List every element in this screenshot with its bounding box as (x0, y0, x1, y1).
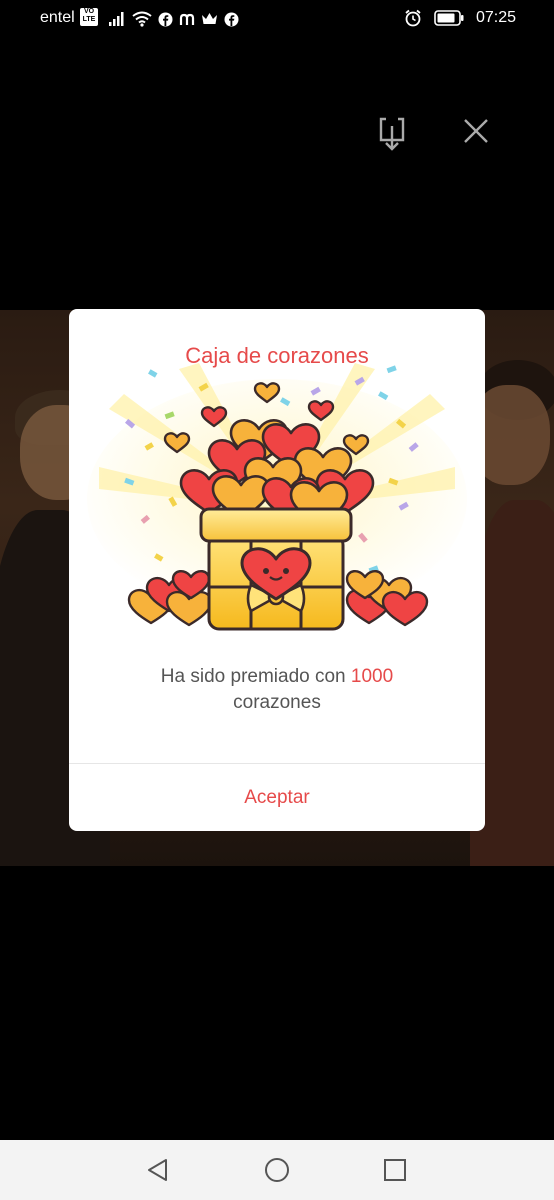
battery-icon (434, 10, 464, 26)
accept-button[interactable]: Aceptar (69, 764, 485, 831)
crown-icon (202, 13, 217, 24)
download-button[interactable] (376, 116, 408, 151)
download-icon (379, 117, 405, 151)
message-prefix: Ha sido premiado con (160, 666, 351, 687)
volte-label-top: VO (83, 8, 95, 15)
status-bar: entel VO LTE 07:25 (0, 0, 554, 40)
recents-square-icon (384, 1159, 406, 1181)
reward-message: Ha sido premiado con 1000 corazones (109, 664, 445, 716)
home-button[interactable] (264, 1157, 290, 1183)
signal-icon (109, 12, 124, 26)
back-triangle-icon (148, 1159, 167, 1181)
recents-button[interactable] (382, 1157, 408, 1183)
facebook-icon (158, 12, 173, 26)
volte-label-bottom: LTE (82, 16, 96, 23)
close-icon (464, 119, 488, 143)
alarm-icon (405, 9, 421, 27)
clock-time: 07:25 (475, 9, 516, 26)
back-button[interactable] (145, 1157, 171, 1183)
facebook-icon (224, 12, 239, 26)
heart-gift-box-illustration (87, 363, 467, 631)
reward-dialog: Caja de corazones Ha sido premiado con 1… (69, 309, 485, 831)
message-suffix: corazones (233, 692, 321, 713)
reward-amount: 1000 (350, 666, 394, 687)
close-button[interactable] (461, 116, 493, 148)
dialog-title: Caja de corazones (185, 343, 369, 368)
carrier-name: entel (40, 9, 75, 26)
volte-icon: VO LTE (80, 8, 98, 26)
messenger-icon (179, 13, 195, 25)
home-circle-icon (265, 1158, 289, 1182)
wifi-icon (132, 11, 152, 27)
system-nav-bar (0, 1140, 554, 1200)
